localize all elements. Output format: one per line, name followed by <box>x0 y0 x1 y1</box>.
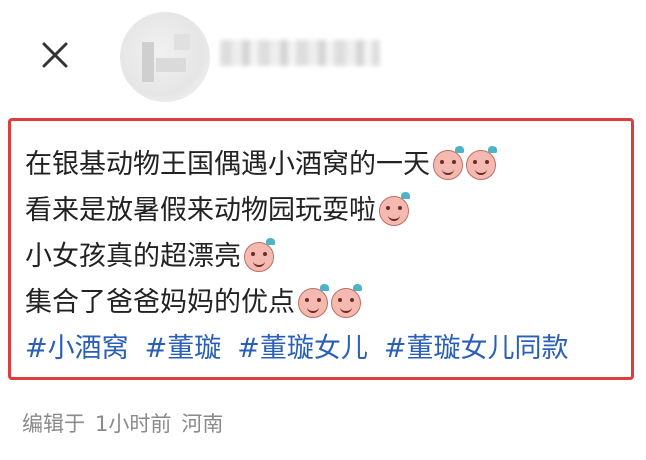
post-location: 河南 <box>181 412 224 436</box>
post-line: 小女孩真的超漂亮 <box>25 238 275 275</box>
edited-label: 编辑于 <box>22 412 85 436</box>
post-line: 看来是放暑假来动物园玩耍啦 <box>25 192 410 229</box>
emoji-icon <box>433 146 464 180</box>
post-meta: 编辑于 1小时前 河南 <box>22 408 223 438</box>
emoji-icon <box>298 284 329 318</box>
close-icon[interactable] <box>38 38 72 72</box>
emoji-icon <box>331 284 362 318</box>
avatar[interactable] <box>120 12 210 102</box>
emoji-icon <box>244 238 275 272</box>
emoji-icon <box>379 192 410 226</box>
hashtag-link[interactable]: #董璇女儿同款 <box>384 331 569 367</box>
hashtag-link[interactable]: #小酒窝 <box>25 331 129 367</box>
hashtag-list: #小酒窝 #董璇 #董璇女儿 #董璇女儿同款 <box>25 331 569 367</box>
post-content-highlight: 在银基动物王国偶遇小酒窝的一天 看来是放暑假来动物园玩耍啦 小女孩真的超漂亮 集… <box>8 118 634 380</box>
username-blurred[interactable] <box>220 40 380 66</box>
post-line: 集合了爸爸妈妈的优点 <box>25 284 362 321</box>
hashtag-link[interactable]: #董璇 <box>145 331 222 367</box>
post-time: 1小时前 <box>95 412 172 436</box>
post-line-text: 看来是放暑假来动物园玩耍啦 <box>25 195 376 226</box>
hashtag-link[interactable]: #董璇女儿 <box>237 331 368 367</box>
post-line: 在银基动物王国偶遇小酒窝的一天 <box>25 146 497 183</box>
post-line-text: 在银基动物王国偶遇小酒窝的一天 <box>25 149 430 180</box>
post-header <box>0 0 646 112</box>
post-line-text: 集合了爸爸妈妈的优点 <box>25 287 295 318</box>
emoji-icon <box>466 146 497 180</box>
post-line-text: 小女孩真的超漂亮 <box>25 241 241 272</box>
